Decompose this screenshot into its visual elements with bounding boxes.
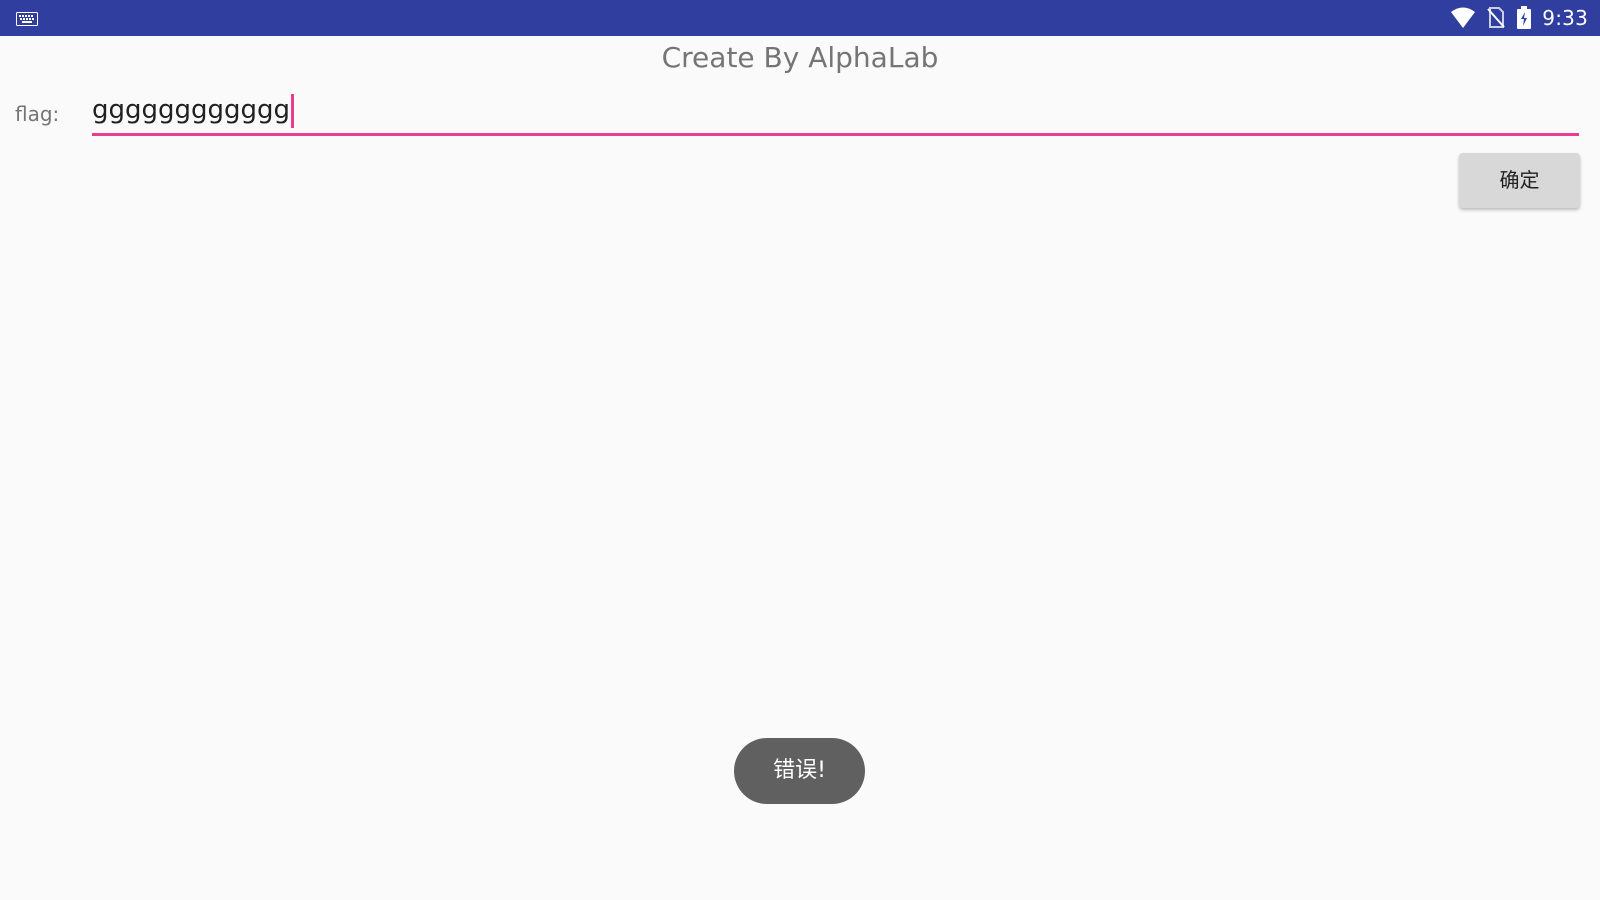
no-sim-icon xyxy=(1486,7,1506,29)
text-cursor xyxy=(291,93,295,128)
flag-input-text-container[interactable]: gggggggggggg xyxy=(92,92,295,128)
error-toast: 错误! xyxy=(734,738,865,804)
status-time: 9:33 xyxy=(1542,6,1588,30)
flag-input[interactable]: gggggggggggg xyxy=(92,88,1579,136)
app-title: Create By AlphaLab xyxy=(661,41,939,74)
battery-charging-icon xyxy=(1516,6,1532,30)
confirm-button[interactable]: 确定 xyxy=(1459,153,1580,208)
status-bar: 9:33 xyxy=(0,0,1600,36)
keyboard-icon xyxy=(16,11,38,26)
flag-input-value: gggggggggggg xyxy=(92,95,291,125)
flag-label: flag: xyxy=(15,102,60,126)
wifi-icon xyxy=(1450,7,1476,29)
status-icons: 9:33 xyxy=(1450,0,1588,36)
